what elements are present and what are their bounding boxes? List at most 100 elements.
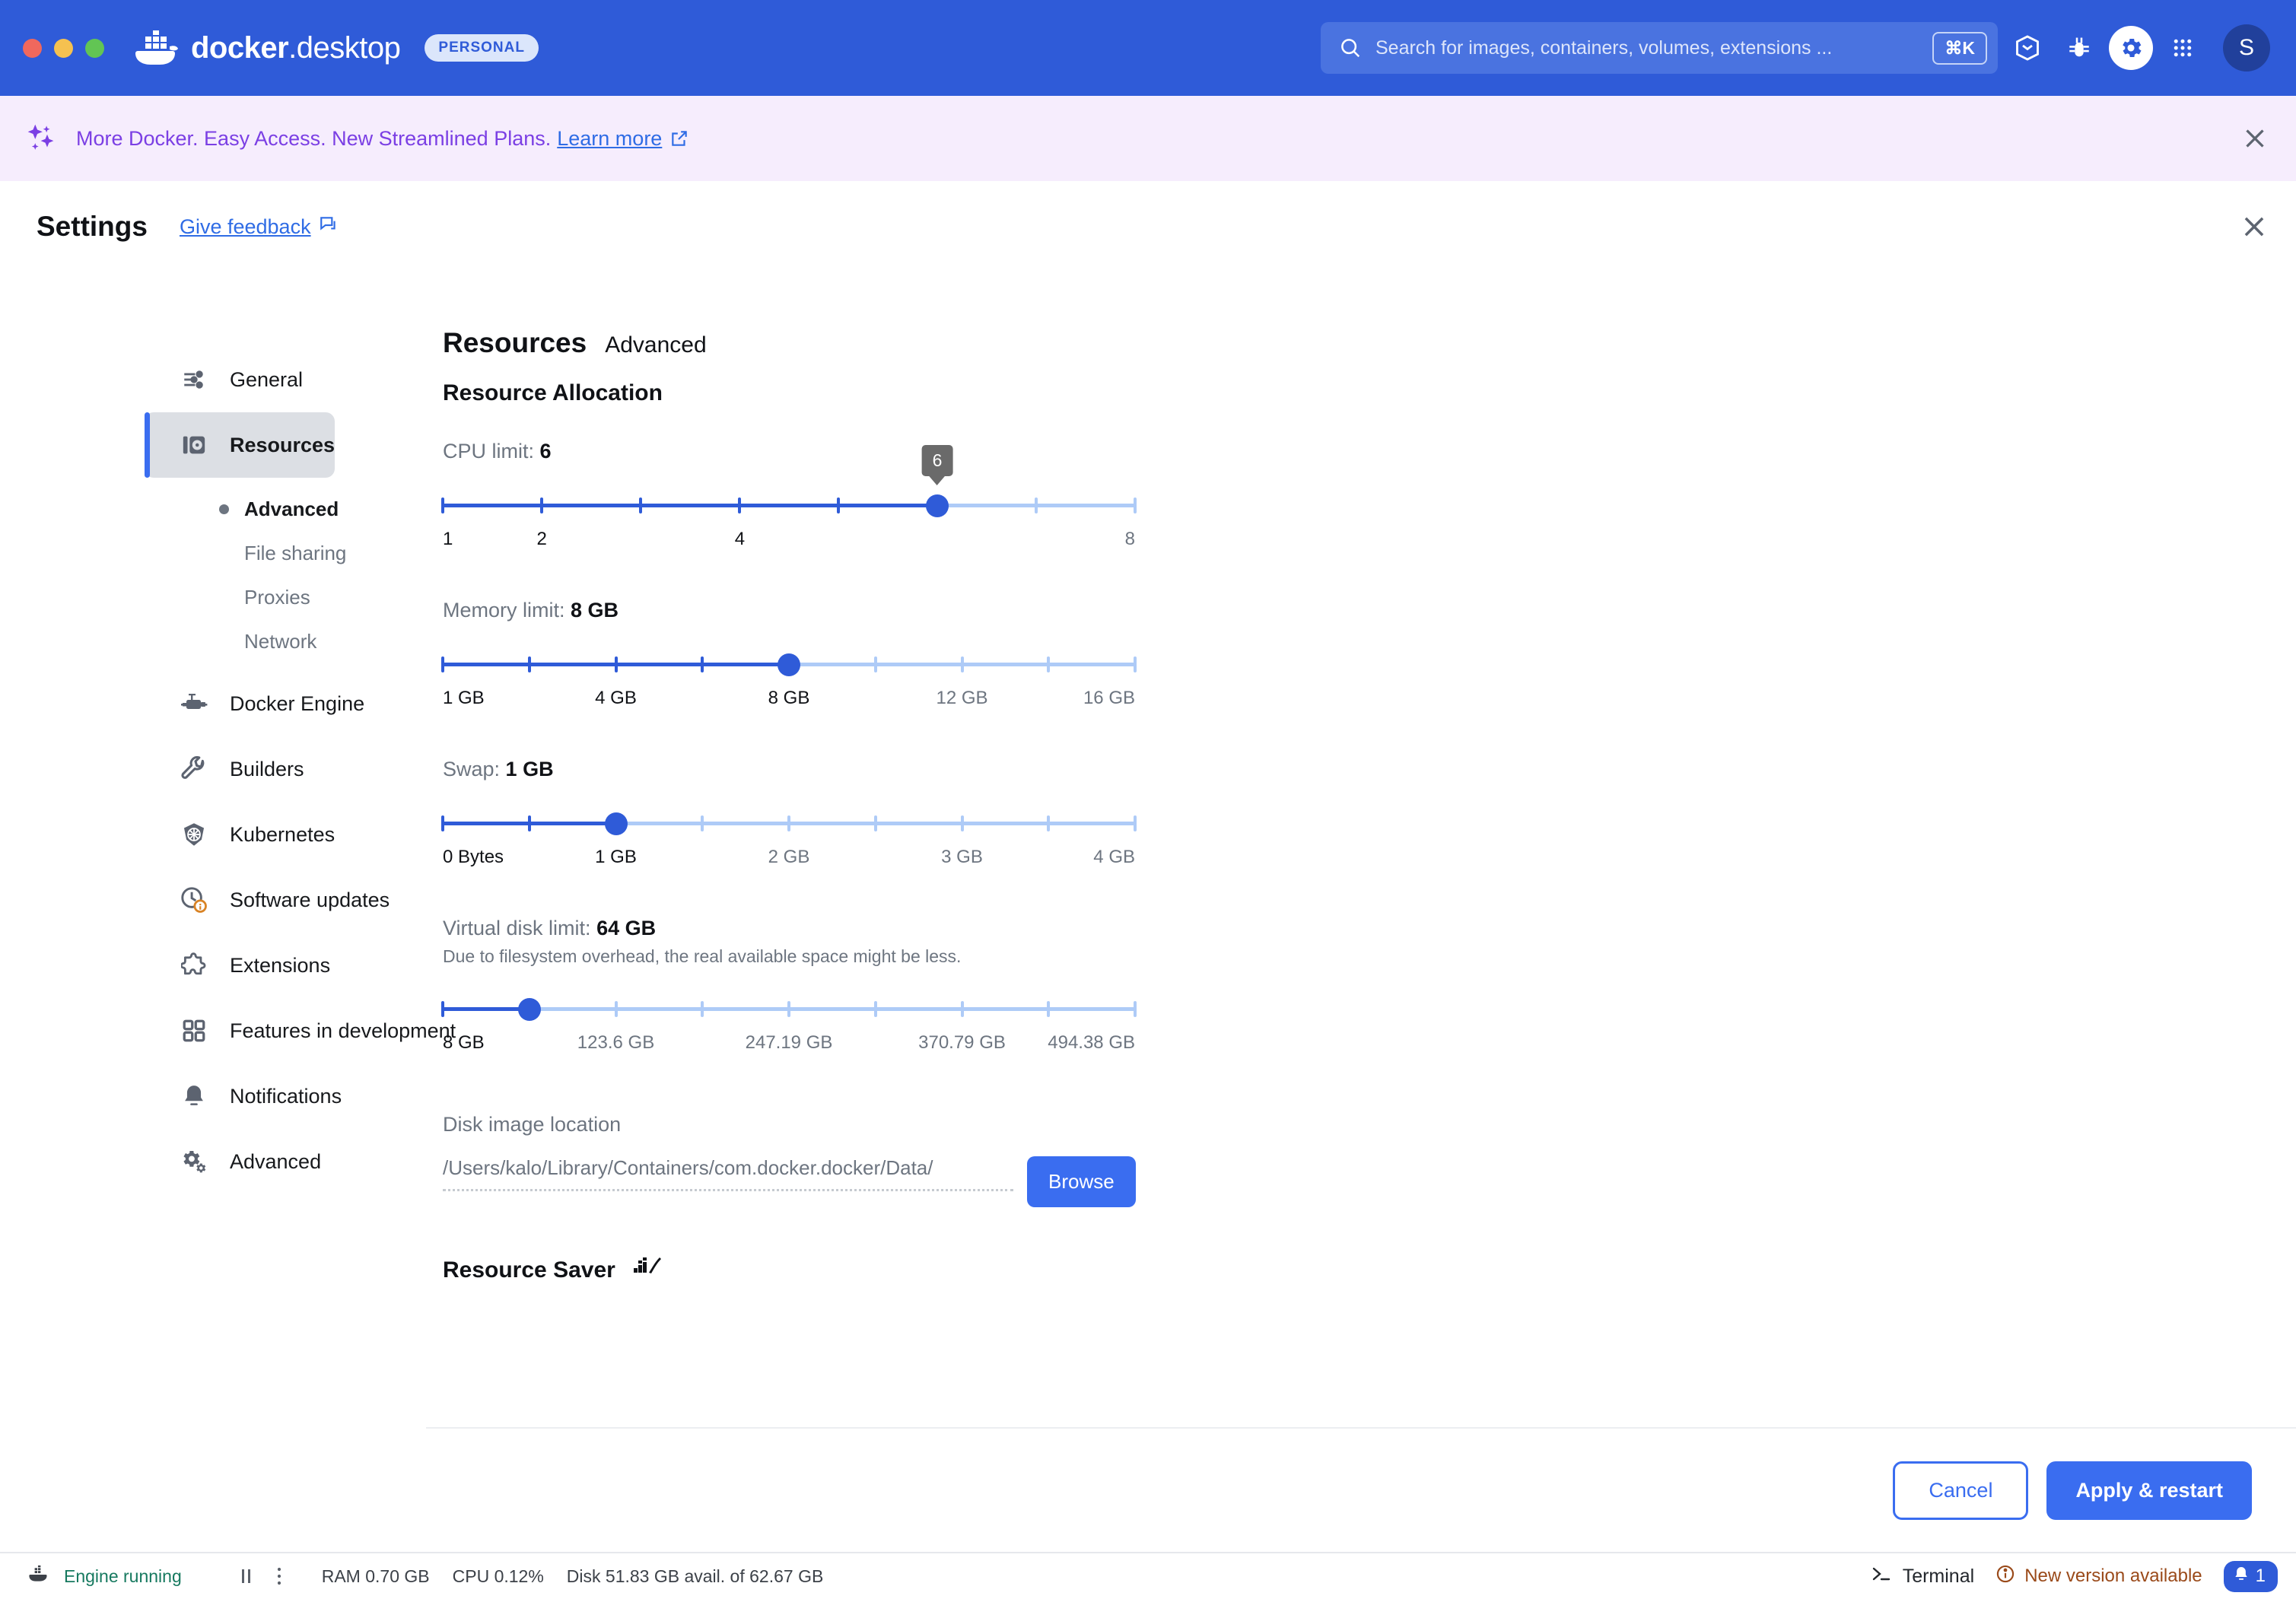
sidebar-item-label: Advanced [230,1150,321,1174]
status-bar: Engine running RAM 0.70 GB CPU 0.12% Dis… [0,1552,2296,1599]
sidebar-item-kubernetes[interactable]: Software updates Kubernetes [145,802,333,867]
apps-grid-button[interactable] [2161,26,2205,70]
slider-tick [701,1001,704,1017]
slider-tick [615,1001,618,1017]
slider-tick [540,498,543,513]
close-window-button[interactable] [23,39,42,58]
slider-tick [701,815,704,831]
slider-tick [701,656,704,672]
sidebar-item-label: Docker Engine [230,692,364,716]
disk-image-location-block: Disk image location Browse [443,1113,2296,1207]
resource-usage-stats: RAM 0.70 GB CPU 0.12% Disk 51.83 GB avai… [322,1566,824,1587]
slider-scale-label: 8 [1125,529,1135,550]
memory-limit-scale: 1 GB4 GB8 GB12 GB16 GB [443,688,1135,721]
memory-limit-handle[interactable] [778,653,800,676]
resources-icon [180,431,208,459]
disk-image-path-input[interactable] [443,1156,1013,1191]
slider-scale-label: 1 GB [443,688,485,709]
wrench-icon [180,755,208,784]
more-options-kebab-icon[interactable] [275,1566,284,1587]
sidebar-item-label: Notifications [230,1085,342,1108]
promo-message: More Docker. Easy Access. New Streamline… [76,127,551,151]
sidebar-subitem-label: File sharing [244,542,346,565]
sidebar-item-resources[interactable]: Resources [145,412,335,478]
new-version-available-button[interactable]: New version available [1995,1564,2202,1589]
give-feedback-link[interactable]: Give feedback [180,215,339,240]
engine-status-label: Engine running [64,1566,182,1587]
swap-handle[interactable] [605,812,628,835]
sidebar-item-extensions[interactable]: Extensions [145,933,333,998]
settings-gear-button[interactable] [2109,26,2153,70]
cancel-button[interactable]: Cancel [1893,1461,2028,1520]
slider-scale-label: 1 [443,529,453,550]
minimize-window-button[interactable] [54,39,73,58]
external-link-icon [669,129,689,148]
user-avatar[interactable]: S [2223,24,2270,72]
sidebar-item-label: Builders [230,758,304,781]
apply-and-restart-button[interactable]: Apply & restart [2046,1461,2252,1520]
sidebar-item-builders[interactable]: Builders [145,736,333,802]
sidebar-subitem-file-sharing[interactable]: File sharing [145,531,426,575]
sidebar-item-general[interactable]: General [145,347,333,412]
sidebar-item-features-in-development[interactable]: Features in development [145,998,333,1063]
sidebar-subitem-proxies[interactable]: Proxies [145,575,426,619]
settings-close-button[interactable] [2240,212,2269,241]
slider-track-fill [443,504,937,507]
slider-tick [874,1001,877,1017]
slider-tick [787,815,790,831]
slider-tick [787,1001,790,1017]
notification-count: 1 [2256,1566,2266,1587]
bug-report-button[interactable] [2057,26,2101,70]
global-search[interactable]: ⌘K [1321,22,1998,74]
swap-value: 1 GB [506,758,554,780]
sidebar-item-notifications[interactable]: Notifications [145,1063,333,1129]
slider-tick [441,815,444,831]
sidebar-item-software-updates[interactable]: Software updates [145,867,333,933]
title-bar: docker.desktop PERSONAL ⌘K [0,0,2296,96]
sidebar-subitem-label: Advanced [244,498,339,521]
slider-scale-label: 12 GB [936,688,987,709]
disk-usage: Disk 51.83 GB avail. of 62.67 GB [567,1566,824,1587]
cpu-limit-handle[interactable] [926,494,949,517]
slider-tick [1134,815,1137,831]
virtual-disk-limit-handle[interactable] [518,998,541,1021]
docker-brand: docker.desktop PERSONAL [132,30,539,66]
promo-learn-more-link[interactable]: Learn more [557,127,662,151]
sidebar-item-docker-engine[interactable]: Docker Engine [145,671,333,736]
search-input[interactable] [1375,37,1919,59]
cpu-limit-label: CPU limit: 6 [443,440,2296,463]
cpu-limit-value: 6 [540,440,552,463]
window-traffic-lights [23,39,104,58]
sidebar-item-label: General [230,368,303,392]
cpu-usage: CPU 0.12% [453,1566,544,1587]
slider-tick [961,815,964,831]
promo-close-button[interactable] [2241,125,2269,152]
maximize-window-button[interactable] [85,39,104,58]
browse-button[interactable]: Browse [1027,1156,1136,1207]
settings-main-panel: Resources Advanced Resource Allocation C… [426,272,2296,1552]
sidebar-subitem-advanced[interactable]: Advanced [145,487,426,531]
sidebar-item-label: Software updates [230,889,390,912]
sidebar-subitem-label: Network [244,630,316,653]
cpu-limit-scale: 1248 [443,529,1135,562]
virtual-disk-limit-slider[interactable]: 8 GB123.6 GB247.19 GB370.79 GB494.38 GB [443,996,1135,1066]
terminal-button[interactable]: Terminal [1871,1565,1974,1588]
virtual-disk-limit-label: Virtual disk limit: 64 GB [443,917,2296,940]
slider-tick [1134,656,1137,672]
swap-slider[interactable]: 0 Bytes1 GB2 GB3 GB4 GB [443,810,1135,880]
sidebar-subitem-network[interactable]: Network [145,619,426,663]
notifications-badge-button[interactable]: 1 [2224,1561,2278,1592]
slider-tick [837,498,840,513]
settings-header: Settings Give feedback [0,181,2296,272]
sidebar-item-advanced[interactable]: Advanced [145,1129,333,1194]
cpu-limit-slider[interactable]: 6 1248 [443,492,1135,562]
slider-scale-label: 4 GB [595,688,637,709]
resources-subnav: Advanced File sharing Proxies Network [145,478,426,671]
pause-engine-button[interactable] [238,1566,255,1586]
give-feedback-label: Give feedback [180,215,311,239]
slider-scale-label: 0 Bytes [443,847,504,868]
memory-limit-slider[interactable]: 1 GB4 GB8 GB12 GB16 GB [443,651,1135,721]
extensions-marketplace-button[interactable] [2005,26,2050,70]
docker-whale-status-icon [26,1564,49,1588]
sparkles-icon [26,122,58,154]
